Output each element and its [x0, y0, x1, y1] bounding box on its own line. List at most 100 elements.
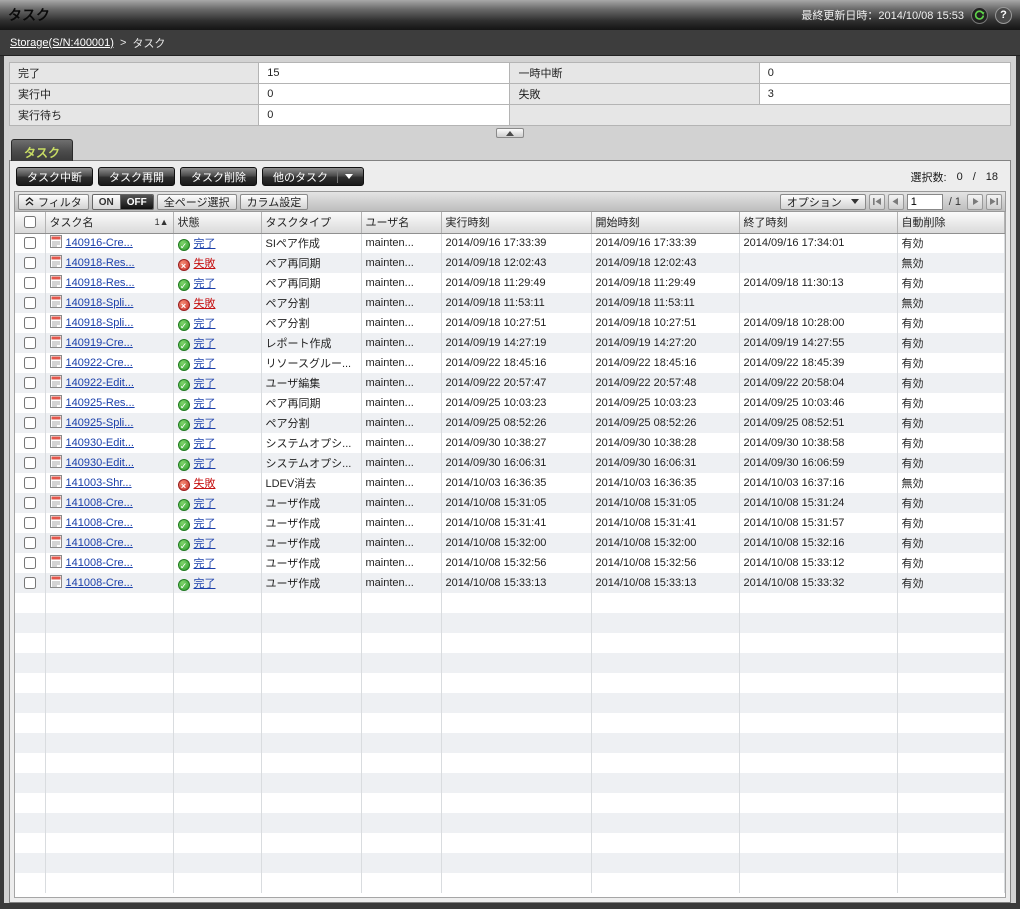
suspend-task-button[interactable]: タスク中断 [16, 167, 93, 186]
status-link[interactable]: 完了 [194, 438, 216, 450]
last-page-button[interactable] [986, 194, 1002, 210]
delete-task-button[interactable]: タスク削除 [180, 167, 257, 186]
filter-off-button[interactable]: OFF [121, 195, 153, 209]
status-link[interactable]: 完了 [194, 538, 216, 550]
sort-indicator: 1▲ [155, 217, 169, 227]
empty-cell [261, 713, 361, 733]
empty-cell [361, 773, 441, 793]
row-checkbox[interactable] [24, 557, 36, 569]
breadcrumb-root-link[interactable]: Storage(S/N:400001) [10, 37, 114, 49]
row-select-cell [15, 373, 45, 393]
options-dropdown[interactable]: オプション [780, 194, 866, 210]
task-table-body: 140916-Cre...✓完了SIペア作成mainten...2014/09/… [15, 233, 1005, 893]
filter-on-button[interactable]: ON [93, 195, 121, 209]
task-name-link[interactable]: 140930-Edit... [66, 437, 135, 449]
select-all-checkbox[interactable] [24, 216, 36, 228]
row-checkbox[interactable] [24, 397, 36, 409]
status-link[interactable]: 完了 [194, 418, 216, 430]
column-header-status[interactable]: 状態 [173, 212, 261, 233]
status-completed-icon: ✓ [178, 379, 190, 391]
row-checkbox[interactable] [24, 457, 36, 469]
status-link[interactable]: 完了 [194, 358, 216, 370]
task-name-link[interactable]: 140918-Spli... [66, 297, 134, 309]
task-name-link[interactable]: 141008-Cre... [66, 577, 133, 589]
row-checkbox[interactable] [24, 317, 36, 329]
empty-cell [897, 733, 1005, 753]
next-page-button[interactable] [967, 194, 983, 210]
page-number-input[interactable] [907, 194, 943, 210]
row-checkbox[interactable] [24, 377, 36, 389]
task-name-link[interactable]: 141008-Cre... [66, 537, 133, 549]
row-checkbox[interactable] [24, 297, 36, 309]
select-all-pages-button[interactable]: 全ページ選択 [157, 194, 237, 210]
task-name-link[interactable]: 140918-Res... [66, 277, 135, 289]
status-link[interactable]: 失敗 [194, 258, 216, 270]
row-checkbox[interactable] [24, 337, 36, 349]
first-page-button[interactable] [869, 194, 885, 210]
more-tasks-dropdown[interactable]: 他のタスク [262, 167, 364, 186]
row-checkbox[interactable] [24, 277, 36, 289]
row-checkbox[interactable] [24, 417, 36, 429]
status-link[interactable]: 完了 [194, 458, 216, 470]
task-name-link[interactable]: 141003-Shr... [66, 477, 132, 489]
collapse-summary-button[interactable] [496, 128, 524, 138]
status-link[interactable]: 完了 [194, 558, 216, 570]
status-failed-icon: × [178, 259, 190, 271]
tasks-panel: タスク中断 タスク再開 タスク削除 他のタスク 選択数: 0 / 18 フィルタ [9, 160, 1011, 903]
row-checkbox[interactable] [24, 537, 36, 549]
task-name-link[interactable]: 140930-Edit... [66, 457, 135, 469]
row-checkbox[interactable] [24, 237, 36, 249]
status-link[interactable]: 完了 [194, 238, 216, 250]
task-icon [50, 535, 62, 551]
task-name-link[interactable]: 140918-Res... [66, 257, 135, 269]
user-name-cell: mainten... [361, 373, 441, 393]
task-name-link[interactable]: 140925-Res... [66, 397, 135, 409]
prev-page-button[interactable] [888, 194, 904, 210]
status-link[interactable]: 完了 [194, 578, 216, 590]
status-link[interactable]: 完了 [194, 498, 216, 510]
row-checkbox[interactable] [24, 437, 36, 449]
task-name-link[interactable]: 140925-Spli... [66, 417, 134, 429]
status-link[interactable]: 完了 [194, 378, 216, 390]
column-header-start-time[interactable]: 開始時刻 [591, 212, 739, 233]
column-header-auto-delete[interactable]: 自動削除 [897, 212, 1005, 233]
empty-row [15, 693, 1005, 713]
column-header-task-name[interactable]: タスク名1▲ [45, 212, 173, 233]
task-name-link[interactable]: 140918-Spli... [66, 317, 134, 329]
column-header-user-name[interactable]: ユーザ名 [361, 212, 441, 233]
task-name-link[interactable]: 140919-Cre... [66, 337, 133, 349]
row-checkbox[interactable] [24, 577, 36, 589]
status-link[interactable]: 失敗 [194, 478, 216, 490]
column-header-exec-time[interactable]: 実行時刻 [441, 212, 591, 233]
column-header-task-type[interactable]: タスクタイプ [261, 212, 361, 233]
row-checkbox[interactable] [24, 357, 36, 369]
start-time-cell: 2014/09/25 08:52:26 [591, 413, 739, 433]
tab-tasks[interactable]: タスク [11, 139, 73, 161]
status-link[interactable]: 完了 [194, 518, 216, 530]
refresh-icon[interactable] [971, 7, 988, 24]
status-link[interactable]: 完了 [194, 278, 216, 290]
status-link[interactable]: 完了 [194, 318, 216, 330]
column-settings-button[interactable]: カラム設定 [240, 194, 309, 210]
row-checkbox[interactable] [24, 257, 36, 269]
status-link[interactable]: 失敗 [194, 298, 216, 310]
row-checkbox[interactable] [24, 477, 36, 489]
status-link[interactable]: 完了 [194, 338, 216, 350]
task-name-cell: 141008-Cre... [45, 533, 173, 553]
filter-button[interactable]: フィルタ [18, 194, 89, 210]
column-header-end-time[interactable]: 終了時刻 [739, 212, 897, 233]
task-name-link[interactable]: 140922-Edit... [66, 377, 135, 389]
breadcrumb: Storage(S/N:400001) > タスク [0, 30, 1020, 56]
row-checkbox[interactable] [24, 517, 36, 529]
help-icon[interactable]: ? [995, 7, 1012, 24]
task-name-link[interactable]: 141008-Cre... [66, 497, 133, 509]
empty-cell [739, 613, 897, 633]
resume-task-button[interactable]: タスク再開 [98, 167, 175, 186]
row-checkbox[interactable] [24, 497, 36, 509]
task-name-link[interactable]: 141008-Cre... [66, 557, 133, 569]
empty-cell [361, 833, 441, 853]
task-name-link[interactable]: 140922-Cre... [66, 357, 133, 369]
status-link[interactable]: 完了 [194, 398, 216, 410]
task-name-link[interactable]: 140916-Cre... [66, 237, 133, 249]
task-name-link[interactable]: 141008-Cre... [66, 517, 133, 529]
